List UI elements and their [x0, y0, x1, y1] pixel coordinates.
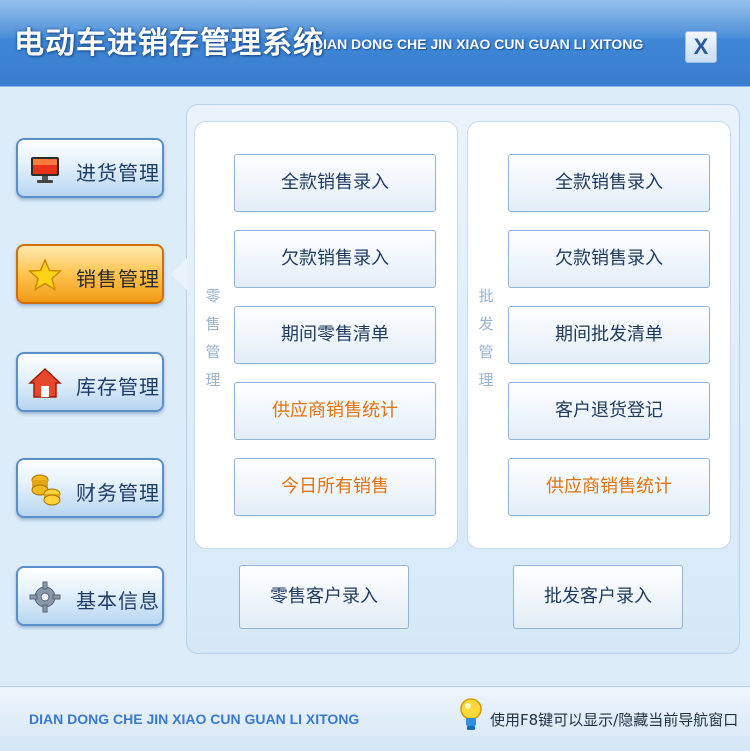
wholesale-credit-sale-button[interactable]: 欠款销售录入 [508, 230, 710, 288]
navigation-toggle-hint: 使用F8键可以显示/隐藏当前导航窗口 [490, 711, 739, 729]
retail-group-label: 零 售 管 理 [203, 282, 223, 394]
wholesale-label-char: 批 [478, 287, 494, 305]
nav-inventory-button[interactable]: 库存管理 [16, 352, 164, 412]
close-button[interactable]: X [685, 31, 717, 63]
footer-bar: DIAN DONG CHE JIN XIAO CUN GUAN LI XITON… [0, 686, 750, 751]
wholesale-group-label: 批 发 管 理 [476, 282, 496, 394]
retail-today-sales-button[interactable]: 今日所有销售 [234, 458, 436, 516]
nav-sales-button[interactable]: 销售管理 [16, 244, 164, 304]
title-bar: 电动车进销存管理系统 DIAN DONG CHE JIN XIAO CUN GU… [0, 0, 750, 87]
customer-return-register-button[interactable]: 客户退货登记 [508, 382, 710, 440]
nav-basic-info-label: 基本信息 [76, 589, 160, 613]
gear-icon [29, 581, 61, 613]
nav-basic-info-button[interactable]: 基本信息 [16, 566, 164, 626]
nav-sales-label: 销售管理 [76, 267, 160, 291]
monitor-icon [31, 157, 59, 183]
wholesale-label-char: 管 [478, 343, 494, 361]
retail-label-char: 管 [205, 343, 221, 361]
retail-customer-entry-button[interactable]: 零售客户录入 [239, 565, 409, 629]
wholesale-label-char: 发 [478, 315, 494, 333]
retail-full-payment-sale-button[interactable]: 全款销售录入 [234, 154, 436, 212]
retail-label-char: 零 [205, 287, 221, 305]
house-icon [28, 367, 62, 398]
retail-credit-sale-button[interactable]: 欠款销售录入 [234, 230, 436, 288]
coins-icon [31, 474, 61, 506]
app-pinyin-title: DIAN DONG CHE JIN XIAO CUN GUAN LI XITON… [313, 36, 644, 52]
nav-finance-button[interactable]: 财务管理 [16, 458, 164, 518]
star-icon [28, 258, 62, 292]
nav-inventory-label: 库存管理 [76, 375, 160, 399]
nav-pointer-arrow [171, 258, 187, 290]
wholesale-full-payment-sale-button[interactable]: 全款销售录入 [508, 154, 710, 212]
retail-label-char: 理 [205, 371, 221, 389]
close-icon: X [693, 34, 709, 59]
wholesale-period-list-button[interactable]: 期间批发清单 [508, 306, 710, 364]
retail-label-char: 售 [205, 315, 221, 333]
nav-purchase-label: 进货管理 [76, 161, 160, 185]
nav-finance-label: 财务管理 [76, 481, 160, 505]
app-title: 电动车进销存管理系统 [14, 26, 324, 61]
wholesale-supplier-stats-button[interactable]: 供应商销售统计 [508, 458, 710, 516]
retail-period-list-button[interactable]: 期间零售清单 [234, 306, 436, 364]
wholesale-label-char: 理 [478, 371, 494, 389]
retail-supplier-stats-button[interactable]: 供应商销售统计 [234, 382, 436, 440]
nav-purchase-button[interactable]: 进货管理 [16, 138, 164, 198]
lightbulb-icon [460, 698, 482, 730]
wholesale-customer-entry-button[interactable]: 批发客户录入 [513, 565, 683, 629]
footer-pinyin-title: DIAN DONG CHE JIN XIAO CUN GUAN LI XITON… [29, 711, 360, 727]
